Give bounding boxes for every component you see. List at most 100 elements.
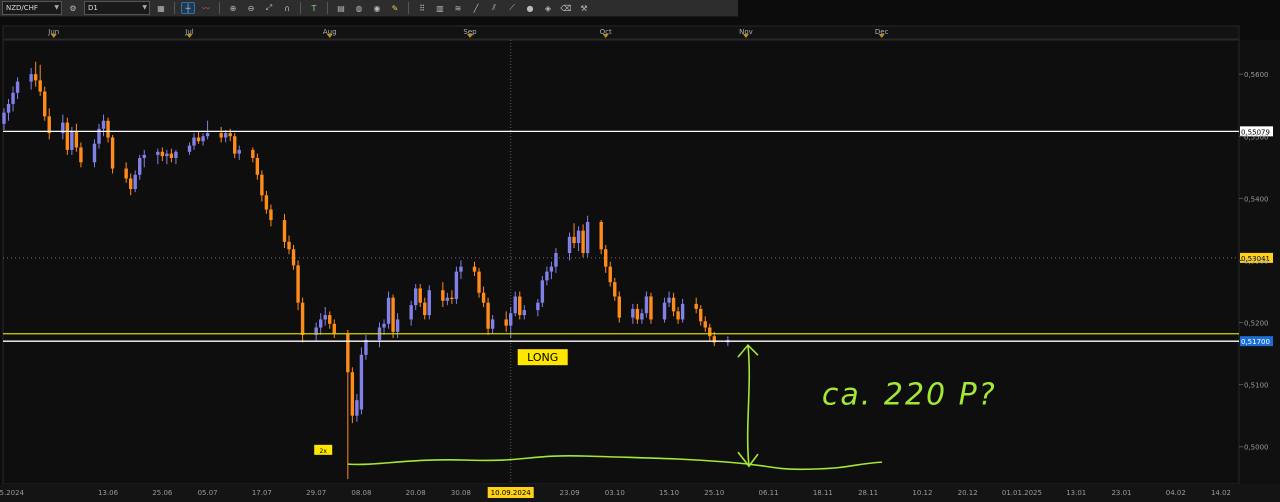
candle-body (192, 137, 196, 146)
candle-body (33, 74, 38, 81)
time-tick-label: 06.11 (759, 489, 779, 497)
candle-body (6, 103, 11, 113)
candle-body (219, 133, 223, 138)
time-tick-label: 25.10 (704, 489, 724, 497)
handwritten-note: ca. 220 P? (822, 378, 997, 413)
candle-body (101, 120, 106, 129)
candle-body (251, 149, 255, 158)
candle-body (576, 230, 581, 244)
candle-body (649, 296, 653, 320)
candle-body (156, 151, 160, 155)
time-tick-label: 10.09.2024 (491, 489, 532, 497)
time-tick-label: 13.06 (98, 489, 119, 497)
candle-body (287, 241, 291, 250)
candle-body (477, 271, 481, 293)
time-tick-label: 13.01 (1066, 489, 1086, 497)
candle-body (708, 327, 712, 337)
candle-body (536, 302, 540, 311)
candle-body (572, 236, 576, 244)
bubble-label: 2x (320, 448, 328, 455)
candle-body (581, 230, 585, 253)
candle-body (264, 195, 269, 210)
candle-body (133, 174, 137, 190)
price-tick-label: 0,5300 (1244, 257, 1269, 265)
candle-body (703, 321, 707, 328)
time-tick-label: 03.10 (605, 489, 625, 497)
time-tick-label: 23.09 (559, 489, 579, 497)
candle-body (174, 151, 178, 158)
candle-body (350, 372, 355, 416)
candle-body (409, 305, 413, 320)
time-axis (0, 484, 1280, 502)
candle-body (522, 310, 526, 316)
candle-body (138, 157, 142, 175)
time-tick-label: 17.07 (252, 489, 272, 497)
candle-body (445, 297, 450, 301)
month-label: Jul (184, 28, 194, 36)
candle-body (124, 168, 128, 179)
candle-body (11, 92, 15, 104)
candle-body (255, 157, 260, 175)
candle-body (260, 174, 264, 196)
price-tick-label: 0,5400 (1244, 195, 1269, 203)
month-label: Dec (875, 28, 889, 36)
candle-body (355, 400, 359, 416)
candle-body (233, 136, 237, 154)
candle-body (459, 266, 463, 272)
candle-body (640, 313, 644, 320)
candle-body (291, 249, 296, 266)
plot-area (2, 39, 1240, 485)
candle-body (318, 319, 323, 328)
candle-body (196, 137, 201, 142)
candle-body (237, 149, 241, 154)
candle-body (545, 271, 549, 281)
candle-body (680, 303, 685, 320)
candle-body (386, 297, 391, 324)
candle-body (92, 143, 97, 163)
candle-body (300, 302, 305, 335)
candle-body (142, 154, 146, 158)
candle-body (296, 265, 300, 303)
candle-body (2, 112, 6, 124)
candle-body (667, 297, 671, 303)
candle-body (269, 209, 273, 221)
candle-body (187, 145, 192, 152)
candle-body (106, 120, 110, 138)
candle-body (423, 302, 427, 316)
candle-body (169, 153, 174, 158)
time-tick-label: 28.11 (858, 489, 878, 497)
candle-body (282, 220, 287, 242)
candle-body (29, 74, 33, 82)
price-chart[interactable]: Jun Jul Aug Sep Oct Nov Dec 0,550790,530410,51… (0, 0, 1280, 502)
candle-body (128, 178, 133, 190)
time-tick-label: 14.02 (1211, 489, 1231, 497)
time-tick-label: 18.11 (813, 489, 833, 497)
time-tick-label: 01.01.2025 (1002, 489, 1042, 497)
candle-body (450, 297, 454, 299)
time-tick-label: 05.07 (198, 489, 218, 497)
candle-body (382, 323, 386, 328)
candle-body (328, 315, 332, 324)
candle-body (346, 333, 350, 373)
candle-body (359, 354, 364, 410)
candle-body (540, 280, 545, 303)
candle-body (395, 319, 400, 332)
candle-body (554, 252, 558, 267)
candle-body (608, 266, 612, 283)
price-tick-label: 0,5000 (1244, 444, 1269, 452)
time-tick-label: 20.08 (406, 489, 426, 497)
month-label: Jun (47, 28, 59, 36)
time-tick-label: 15.10 (659, 489, 679, 497)
candle-body (694, 303, 698, 309)
candle-body (323, 315, 327, 320)
time-tick-label: 30.08 (451, 489, 471, 497)
candle-body (613, 282, 617, 297)
candle-body (79, 147, 83, 163)
candle-body (15, 81, 20, 93)
candle-body (391, 297, 395, 332)
month-label: Sep (463, 28, 477, 36)
time-tick-label: 25.06 (152, 489, 173, 497)
candle-body (228, 133, 232, 137)
candle-body (617, 296, 621, 318)
candle-body (38, 80, 42, 92)
